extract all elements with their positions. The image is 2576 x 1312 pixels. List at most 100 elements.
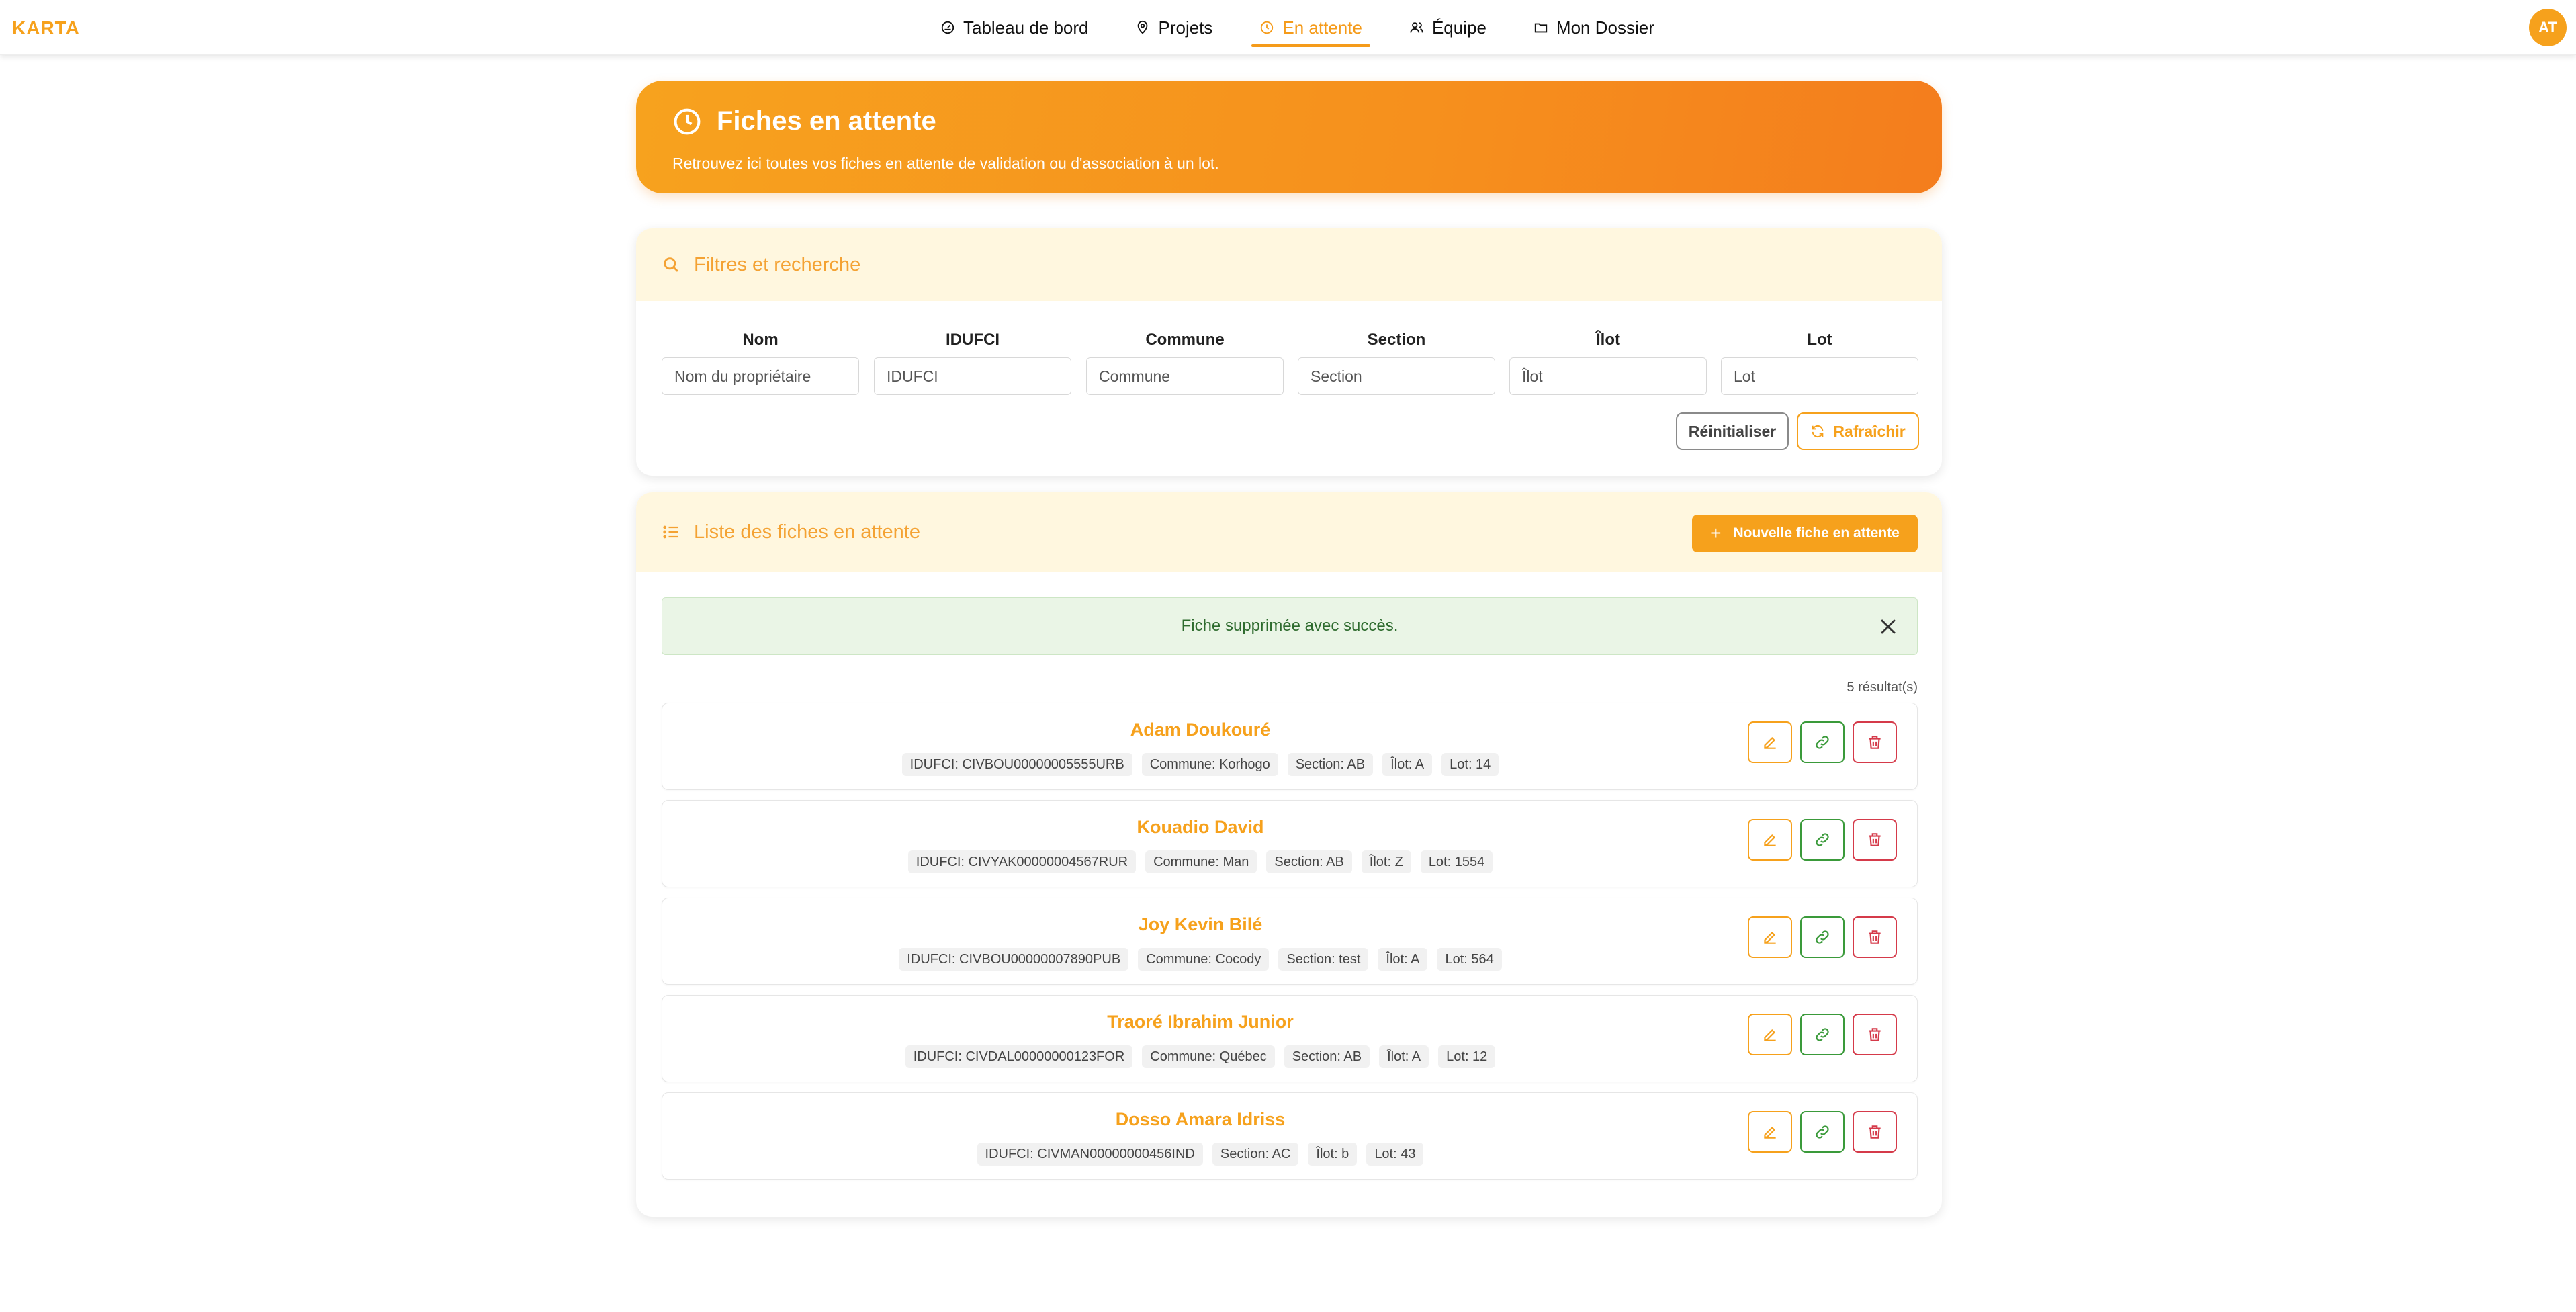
pending-list-card: Liste des fiches en attente + Nouvelle f… — [636, 492, 1942, 1217]
top-navbar: KARTA Tableau de bord Projets En attente… — [0, 0, 2576, 55]
close-icon[interactable] — [1877, 615, 1900, 638]
delete-button[interactable] — [1853, 1014, 1897, 1055]
list-item: Traoré Ibrahim Junior IDUFCI: CIVDAL00000… — [662, 995, 1918, 1082]
info-tag: IDUFCI: CIVBOU00000007890PUB — [899, 948, 1129, 971]
link-icon — [1816, 1125, 1829, 1139]
main-nav: Tableau de bord Projets En attente Équip… — [940, 0, 1701, 55]
page-title-text: Fiches en attente — [717, 106, 936, 136]
link-icon — [1816, 1028, 1829, 1041]
refresh-button[interactable]: Rafraîchir — [1797, 412, 1919, 450]
trash-icon — [1869, 833, 1881, 846]
filters-header: Filtres et recherche — [636, 228, 1942, 301]
filter-ilot: Îlot — [1509, 331, 1707, 395]
filter-label: Nom — [742, 331, 779, 349]
link-icon — [1816, 833, 1829, 846]
lot-input[interactable] — [1721, 357, 1918, 395]
dashboard-icon — [941, 21, 954, 34]
filters-title-text: Filtres et recherche — [694, 253, 861, 275]
nav-label: Équipe — [1431, 17, 1486, 38]
section-input[interactable] — [1298, 357, 1495, 395]
avatar[interactable]: AT — [2529, 9, 2567, 46]
nav-item-mon-dossier[interactable]: Mon Dossier — [1534, 0, 1654, 55]
results-count: 5 résultat(s) — [1847, 680, 1918, 695]
delete-button[interactable] — [1853, 819, 1897, 861]
map-pin-icon — [1138, 20, 1148, 34]
owner-name: Dosso Amara Idriss — [1115, 1109, 1286, 1129]
list-item: Joy Kevin Bilé IDUFCI: CIVBOU00000007890P… — [662, 898, 1918, 985]
commune-input[interactable] — [1086, 357, 1284, 395]
edit-button[interactable] — [1748, 1111, 1792, 1153]
search-icon — [664, 257, 678, 272]
delete-button[interactable] — [1853, 1111, 1897, 1153]
karta-logo[interactable]: KARTA — [12, 15, 80, 42]
info-tag: IDUFCI: CIVDAL00000000123FOR — [905, 1045, 1133, 1068]
info-tag: Commune: Man — [1145, 850, 1257, 873]
new-pending-form-button[interactable]: + Nouvelle fiche en attente — [1692, 515, 1918, 552]
nav-label: Projets — [1158, 17, 1213, 38]
info-tag: Lot: 43 — [1366, 1143, 1424, 1166]
associate-button[interactable] — [1800, 819, 1845, 861]
clock-icon — [1261, 21, 1274, 34]
associate-button[interactable] — [1800, 1014, 1845, 1055]
nav-item-projets[interactable]: Projets — [1135, 0, 1212, 55]
edit-button[interactable] — [1748, 819, 1792, 861]
edit-button[interactable] — [1748, 721, 1792, 763]
info-tag: Îlot: A — [1382, 753, 1433, 776]
ilot-input[interactable] — [1509, 357, 1707, 395]
filters-card: Filtres et recherche Nom IDUFCI Commune … — [636, 228, 1942, 476]
filter-label: Commune — [1145, 331, 1225, 349]
new-button-label: Nouvelle fiche en attente — [1733, 525, 1900, 541]
associate-button[interactable] — [1800, 721, 1845, 763]
filter-label: Section — [1367, 331, 1426, 349]
edit-icon — [1764, 931, 1776, 944]
filter-commune: Commune — [1086, 331, 1284, 395]
trash-icon — [1869, 1028, 1881, 1041]
page-title: Fiches en attente — [672, 106, 936, 136]
filter-label: Îlot — [1596, 331, 1620, 349]
info-tag: IDUFCI: CIVBOU00000005555URB — [901, 753, 1132, 776]
info-tag: Section: AB — [1284, 1045, 1370, 1068]
nav-label: Tableau de bord — [963, 17, 1089, 38]
trash-icon — [1869, 930, 1881, 944]
idufci-input[interactable] — [874, 357, 1071, 395]
delete-button[interactable] — [1853, 721, 1897, 763]
logo-text: KARTA — [12, 17, 80, 38]
nav-item-en-attente[interactable]: En attente — [1251, 0, 1370, 55]
owner-name: Kouadio David — [1137, 817, 1264, 837]
list-icon — [663, 525, 678, 539]
info-tag: Section: AC — [1212, 1143, 1299, 1166]
nom-input[interactable] — [662, 357, 859, 395]
info-tag: Section: AB — [1266, 850, 1352, 873]
info-tag: Îlot: A — [1378, 948, 1428, 971]
list-title-text: Liste des fiches en attente — [694, 521, 920, 543]
row-tags: IDUFCI: CIVMAN00000000456IND Section: AC Î… — [662, 1143, 1738, 1166]
success-alert: Fiche supprimée avec succès. — [662, 597, 1918, 655]
link-icon — [1816, 930, 1829, 944]
refresh-icon — [1812, 425, 1824, 438]
alert-text: Fiche supprimée avec succès. — [1181, 617, 1398, 635]
reset-button[interactable]: Réinitialiser — [1676, 412, 1789, 450]
edit-button[interactable] — [1748, 1014, 1792, 1055]
nav-item-equipe[interactable]: Équipe — [1409, 0, 1486, 55]
plus-icon: + — [1710, 523, 1722, 543]
edit-icon — [1764, 1029, 1776, 1041]
associate-button[interactable] — [1800, 916, 1845, 958]
page-hero: Fiches en attente Retrouvez ici toutes v… — [636, 81, 1942, 193]
clock-icon — [674, 108, 701, 134]
delete-button[interactable] — [1853, 916, 1897, 958]
nav-item-tableau-de-bord[interactable]: Tableau de bord — [940, 0, 1088, 55]
filter-label: IDUFCI — [946, 331, 1000, 349]
page-subtitle: Retrouvez ici toutes vos fiches en atten… — [672, 155, 1219, 172]
info-tag: Lot: 1554 — [1420, 850, 1493, 873]
info-tag: Section: test — [1278, 948, 1369, 971]
list-item: Dosso Amara Idriss IDUFCI: CIVMAN00000000… — [662, 1092, 1918, 1180]
row-tags: IDUFCI: CIVBOU00000007890PUB Commune: Coc… — [662, 948, 1738, 971]
row-tags: IDUFCI: CIVDAL00000000123FOR Commune: Qué… — [662, 1045, 1738, 1068]
folder-icon — [1534, 23, 1548, 33]
refresh-label: Rafraîchir — [1833, 422, 1906, 440]
filter-nom: Nom — [662, 331, 859, 395]
associate-button[interactable] — [1800, 1111, 1845, 1153]
filter-idufci: IDUFCI — [874, 331, 1071, 395]
owner-name: Joy Kevin Bilé — [1138, 914, 1263, 934]
edit-button[interactable] — [1748, 916, 1792, 958]
